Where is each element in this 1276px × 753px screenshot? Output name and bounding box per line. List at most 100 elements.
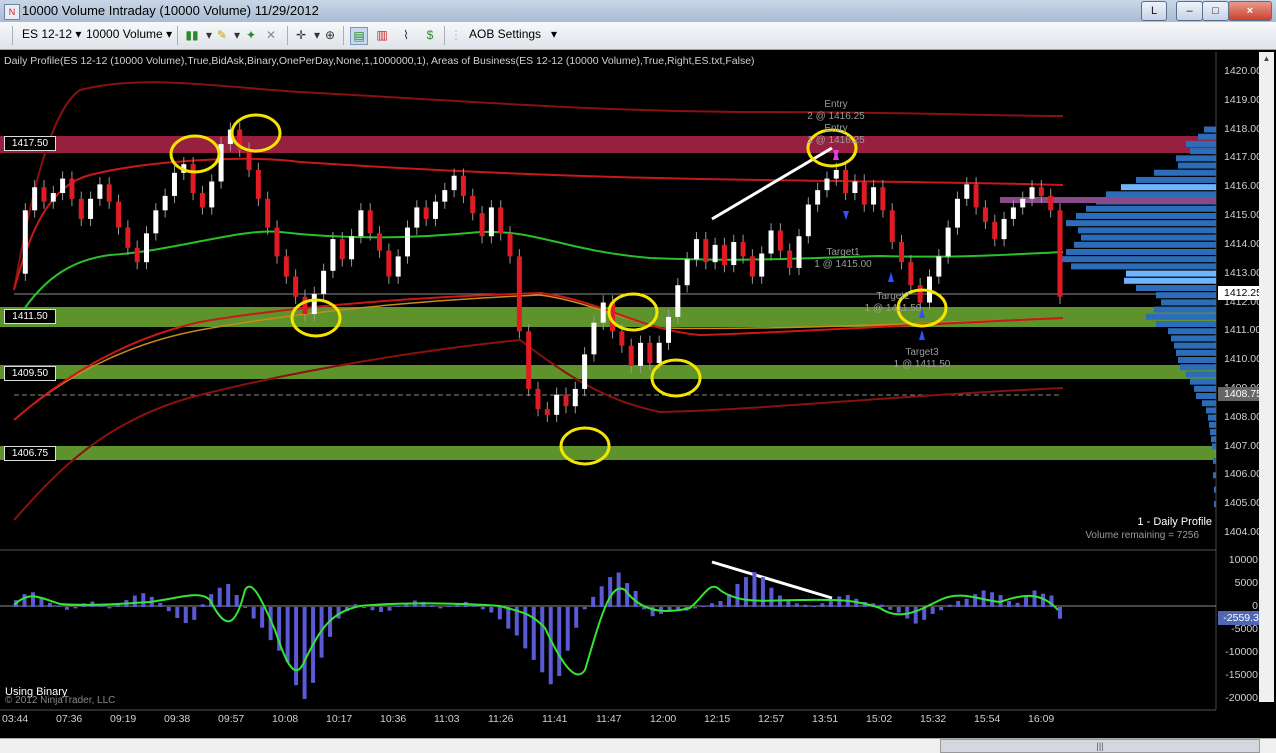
candle-body[interactable] xyxy=(153,210,159,234)
candle-body[interactable] xyxy=(861,181,867,205)
candle-body[interactable] xyxy=(199,193,205,208)
maximize-button[interactable]: □ xyxy=(1202,1,1229,21)
candle-body[interactable] xyxy=(171,172,177,196)
scroll-up-icon[interactable]: ▲ xyxy=(1259,52,1274,66)
candle-body[interactable] xyxy=(1020,198,1026,208)
candle-body[interactable] xyxy=(460,175,466,196)
candle-body[interactable] xyxy=(852,181,858,194)
candle-body[interactable] xyxy=(526,331,532,389)
candle-body[interactable] xyxy=(833,169,839,179)
candle-body[interactable] xyxy=(1029,187,1035,199)
candle-body[interactable] xyxy=(22,210,28,274)
candle-body[interactable] xyxy=(712,244,718,263)
minimize-button[interactable]: – xyxy=(1176,1,1203,21)
candle-body[interactable] xyxy=(386,250,392,277)
candle-body[interactable] xyxy=(675,285,681,317)
candle-body[interactable] xyxy=(880,187,886,211)
candle-body[interactable] xyxy=(311,293,317,315)
candle-body[interactable] xyxy=(796,236,802,268)
zoom-icon[interactable]: ⊕ xyxy=(322,27,338,43)
dollar-icon[interactable]: $ xyxy=(422,27,438,43)
bar-type-selector[interactable]: 10000 Volume ▾ xyxy=(86,27,172,41)
candle-body[interactable] xyxy=(321,270,327,294)
candle-body[interactable] xyxy=(144,233,149,263)
candle-body[interactable] xyxy=(470,195,476,214)
candle-body[interactable] xyxy=(442,190,448,202)
candle-body[interactable] xyxy=(871,187,877,205)
candle-body[interactable] xyxy=(432,201,438,219)
candle-body[interactable] xyxy=(162,195,168,211)
draw-tool-icon[interactable]: ✦ xyxy=(243,27,259,43)
candle-body[interactable] xyxy=(787,250,793,268)
candle-body[interactable] xyxy=(805,204,811,237)
candle-body[interactable] xyxy=(656,342,662,364)
candle-body[interactable] xyxy=(1057,210,1063,297)
candle-body[interactable] xyxy=(246,149,252,170)
chart-panel[interactable]: Daily Profile(ES 12-12 (10000 Volume),Tr… xyxy=(0,50,1276,752)
instrument-selector[interactable]: ES 12-12 ▾ xyxy=(22,27,81,41)
candle-body[interactable] xyxy=(423,207,429,219)
candle-body[interactable] xyxy=(954,198,960,228)
candle-body[interactable] xyxy=(125,227,131,248)
candle-body[interactable] xyxy=(936,256,942,277)
candle-body[interactable] xyxy=(973,184,979,208)
close-button[interactable]: × xyxy=(1228,1,1272,21)
chart-svg[interactable] xyxy=(0,50,1276,752)
horizontal-scroll-thumb[interactable]: ||| xyxy=(940,739,1260,753)
candle-body[interactable] xyxy=(488,207,494,237)
candle-body[interactable] xyxy=(638,342,644,366)
crosshair-icon[interactable]: ✛ xyxy=(293,27,309,43)
candle-body[interactable] xyxy=(889,210,895,242)
candle-body[interactable] xyxy=(97,184,103,199)
candle-body[interactable] xyxy=(815,190,821,205)
candle-body[interactable] xyxy=(721,244,727,266)
candle-body[interactable] xyxy=(693,239,699,260)
candle-body[interactable] xyxy=(554,394,560,415)
candle-body[interactable] xyxy=(367,210,373,234)
candle-body[interactable] xyxy=(544,409,550,415)
eraser-icon[interactable]: ✕ xyxy=(263,27,279,43)
candle-body[interactable] xyxy=(619,331,625,346)
link-button[interactable]: L xyxy=(1141,1,1167,21)
candle-body[interactable] xyxy=(60,178,66,194)
candle-body[interactable] xyxy=(1038,187,1044,196)
candle-body[interactable] xyxy=(293,276,299,297)
candle-body[interactable] xyxy=(572,388,578,407)
candle-body[interactable] xyxy=(405,227,410,257)
candle-body[interactable] xyxy=(377,233,383,251)
candle-body[interactable] xyxy=(302,296,308,315)
candle-body[interactable] xyxy=(777,230,783,251)
candle-body[interactable] xyxy=(479,213,485,237)
candle-body[interactable] xyxy=(265,198,271,228)
candle-body[interactable] xyxy=(41,187,47,202)
candle-body[interactable] xyxy=(666,316,671,343)
candle-body[interactable] xyxy=(274,227,280,257)
candle-body[interactable] xyxy=(749,256,755,277)
candle-body[interactable] xyxy=(647,342,653,364)
candle-body[interactable] xyxy=(982,207,988,222)
candle-body[interactable] xyxy=(563,394,569,407)
candle-body[interactable] xyxy=(824,178,830,191)
strategy-icon[interactable]: ⌇ xyxy=(398,27,414,43)
candle-body[interactable] xyxy=(1001,218,1007,240)
candle-body[interactable] xyxy=(535,388,541,410)
bar-type-icon[interactable]: ▮▮ xyxy=(184,27,200,43)
candle-body[interactable] xyxy=(591,322,597,355)
candle-body[interactable] xyxy=(50,193,56,202)
candle-body[interactable] xyxy=(451,175,457,191)
candle-body[interactable] xyxy=(600,302,606,323)
pencil-icon[interactable]: ✎ xyxy=(214,27,230,43)
candle-body[interactable] xyxy=(1048,195,1054,211)
chart-properties-icon[interactable]: ▥ xyxy=(374,27,390,43)
candle-body[interactable] xyxy=(395,256,401,277)
candle-body[interactable] xyxy=(582,354,588,389)
candle-body[interactable] xyxy=(106,184,112,202)
candle-body[interactable] xyxy=(78,198,84,219)
candle-body[interactable] xyxy=(349,236,355,260)
candle-body[interactable] xyxy=(1010,207,1016,219)
candle-body[interactable] xyxy=(498,207,504,234)
candle-body[interactable] xyxy=(190,164,196,194)
candle-body[interactable] xyxy=(759,253,765,277)
candle-body[interactable] xyxy=(964,184,970,199)
candle-body[interactable] xyxy=(908,262,914,286)
